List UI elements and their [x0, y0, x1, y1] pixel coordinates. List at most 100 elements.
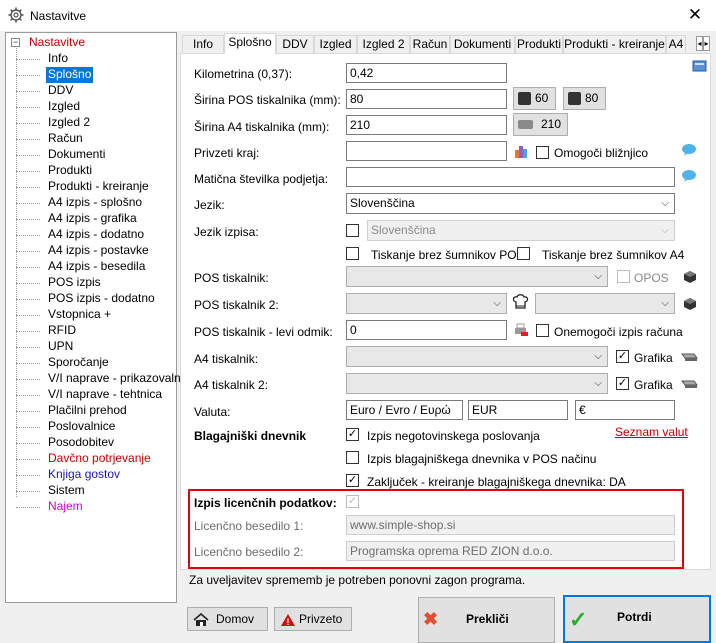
tree-item[interactable]: Sporočanje — [46, 355, 111, 371]
opos-checkbox[interactable] — [617, 270, 630, 283]
sirina-pos-input[interactable]: 80 — [346, 89, 507, 109]
seznam-valut-link[interactable]: Seznam valut — [615, 425, 688, 439]
maticna-input[interactable] — [346, 167, 675, 187]
tree-item[interactable]: Knjiga gostov — [46, 467, 122, 483]
licence-line2-label: Licenčno besedilo 2: — [194, 545, 304, 559]
a4-grafika-checkbox[interactable]: ✓ — [616, 350, 629, 363]
tisk-brez-pos-checkbox[interactable] — [346, 247, 359, 260]
tree-item[interactable]: UPN — [46, 339, 75, 355]
tree-collapse-toggle[interactable]: − — [11, 38, 20, 47]
tab-9[interactable]: A4 — [666, 35, 686, 53]
tree-item[interactable]: Poslovalnice — [46, 419, 117, 435]
chat-bubble-icon[interactable] — [681, 169, 697, 183]
pos-tiskalnik2-secondary-select[interactable]: ⌵ — [535, 293, 675, 314]
tab-scroll-left-icon[interactable]: ◂ — [696, 36, 703, 51]
width-210-button[interactable]: 210 — [513, 113, 568, 136]
tree-item[interactable]: V/I naprave - prikazovalnik — [46, 371, 191, 387]
tree-item[interactable]: A4 izpis - grafika — [46, 211, 139, 227]
blagajniski-opt3-checkbox[interactable]: ✓ — [346, 474, 359, 487]
chevron-down-icon: ⌵ — [493, 298, 501, 309]
tab-6[interactable]: Dokumenti — [450, 35, 515, 53]
jezik-select[interactable]: Slovenščina ⌵ — [346, 193, 675, 214]
domov-button[interactable]: Domov — [187, 607, 268, 631]
a4-2-grafika-checkbox[interactable]: ✓ — [616, 377, 629, 390]
onemogoci-izpis-checkbox[interactable] — [536, 324, 549, 337]
valuta-symbol-input[interactable]: € — [575, 400, 675, 420]
sirina-a4-input[interactable]: 210 — [346, 115, 507, 135]
tree-item[interactable]: Davčno potrjevanje — [46, 451, 153, 467]
tab-5[interactable]: Račun — [410, 35, 450, 53]
tree-item[interactable]: Izgled — [46, 99, 82, 115]
tab-3[interactable]: Izgled — [314, 35, 357, 53]
tree-item[interactable]: Izgled 2 — [46, 115, 92, 131]
tree-item[interactable]: Splošno — [46, 67, 94, 83]
settings-tree[interactable]: − Nastavitve Info Splošno DDV Izgled Izgled … — [5, 32, 189, 603]
blagajniski-opt1-checkbox[interactable]: ✓ — [346, 428, 359, 441]
valuta-label: Valuta: — [194, 405, 231, 419]
tab-0[interactable]: Info — [182, 35, 224, 53]
tree-item[interactable]: Račun — [46, 131, 85, 147]
valuta-name-input[interactable]: Euro / Evro / Ευρώ — [346, 400, 463, 420]
tree-item[interactable]: POS izpis — [46, 275, 103, 291]
tree-item[interactable]: Posodobitev — [46, 435, 116, 451]
omogoci-bliznjico-checkbox[interactable] — [536, 146, 549, 159]
tab-8[interactable]: Produkti - kreiranje — [563, 35, 666, 53]
tisk-brez-pos-label: Tiskanje brez šumnikov POS — [371, 248, 525, 262]
pos-tiskalnik2-select[interactable]: ⌵ — [346, 293, 507, 314]
laser-printer-icon[interactable] — [680, 350, 698, 362]
tree-item[interactable]: DDV — [46, 83, 75, 99]
valuta-code-input[interactable]: EUR — [468, 400, 568, 420]
a4-tiskalnik-select[interactable]: ⌵ — [346, 346, 608, 367]
potrdi-button[interactable]: ✓ Potrdi — [563, 595, 711, 643]
tree-item[interactable]: Sistem — [46, 483, 87, 499]
pos-levi-odmik-input[interactable]: 0 — [346, 320, 507, 340]
printer-icon[interactable] — [683, 297, 697, 311]
close-button[interactable]: ✕ — [680, 2, 710, 28]
printer-icon[interactable] — [683, 270, 697, 284]
tree-item[interactable]: POS izpis - dodatno — [46, 291, 157, 307]
tree-item[interactable]: Info — [46, 51, 70, 67]
tree-connector-branch — [16, 411, 40, 412]
tree-item[interactable]: Produkti - kreiranje — [46, 179, 151, 195]
tab-2[interactable]: DDV — [276, 35, 314, 53]
width-80-button[interactable]: 80 — [563, 87, 606, 110]
licence-checkbox[interactable]: ✓ — [346, 495, 359, 508]
chat-bubble-icon[interactable] — [681, 143, 697, 157]
tree-item[interactable]: A4 izpis - postavke — [46, 243, 151, 259]
kilometrina-input[interactable]: 0,42 — [346, 63, 507, 83]
tab-scroll-right-icon[interactable]: ▸ — [703, 36, 710, 51]
tree-item[interactable]: A4 izpis - besedila — [46, 259, 147, 275]
tree-item[interactable]: A4 izpis - splošno — [46, 195, 144, 211]
tree-item[interactable]: Vstopnica + — [46, 307, 113, 323]
laser-printer-icon[interactable] — [680, 377, 698, 389]
pos-tiskalnik-select[interactable]: ⌵ — [346, 266, 608, 287]
privzeto-button[interactable]: ! Privzeto — [274, 607, 352, 631]
tree-item[interactable]: V/I naprave - tehtnica — [46, 387, 164, 403]
chef-hat-icon[interactable] — [512, 294, 529, 312]
tree-item[interactable]: A4 izpis - dodatno — [46, 227, 146, 243]
tab-7[interactable]: Produkti — [515, 35, 563, 53]
tab-4[interactable]: Izgled 2 — [357, 35, 410, 53]
jezik-izpisa-select[interactable]: Slovenščina ⌵ — [367, 220, 675, 241]
tree-item[interactable]: Plačilni prehod — [46, 403, 129, 419]
licence-line1-input[interactable]: www.simple-shop.si — [346, 515, 675, 535]
tree-root-item[interactable]: Nastavitve — [27, 35, 87, 51]
tree-item[interactable]: RFID — [46, 323, 78, 339]
tree-item[interactable]: Produkti — [46, 163, 94, 179]
no-print-icon[interactable] — [513, 323, 529, 338]
preklici-button[interactable]: ✖ Prekliči — [418, 597, 555, 643]
licence-line2-input[interactable]: Programska oprema RED ZION d.o.o. — [346, 541, 675, 561]
city-icon[interactable] — [514, 144, 529, 159]
jezik-izpisa-checkbox[interactable] — [346, 224, 359, 237]
tree-item[interactable]: Dokumenti — [46, 147, 107, 163]
width-60-button[interactable]: 60 — [513, 87, 556, 110]
tab-scroll-buttons[interactable]: ◂ ▸ — [696, 35, 711, 51]
privzeti-kraj-input[interactable] — [346, 141, 507, 161]
blagajniski-opt2-checkbox[interactable] — [346, 451, 359, 464]
tisk-brez-a4-checkbox[interactable] — [517, 247, 530, 260]
tab-1[interactable]: Splošno — [224, 33, 276, 54]
tree-item[interactable]: Najem — [46, 499, 85, 515]
book-icon[interactable] — [692, 59, 708, 73]
a4-tiskalnik2-select[interactable]: ⌵ — [346, 373, 608, 394]
tree-connector-branch — [16, 251, 40, 252]
